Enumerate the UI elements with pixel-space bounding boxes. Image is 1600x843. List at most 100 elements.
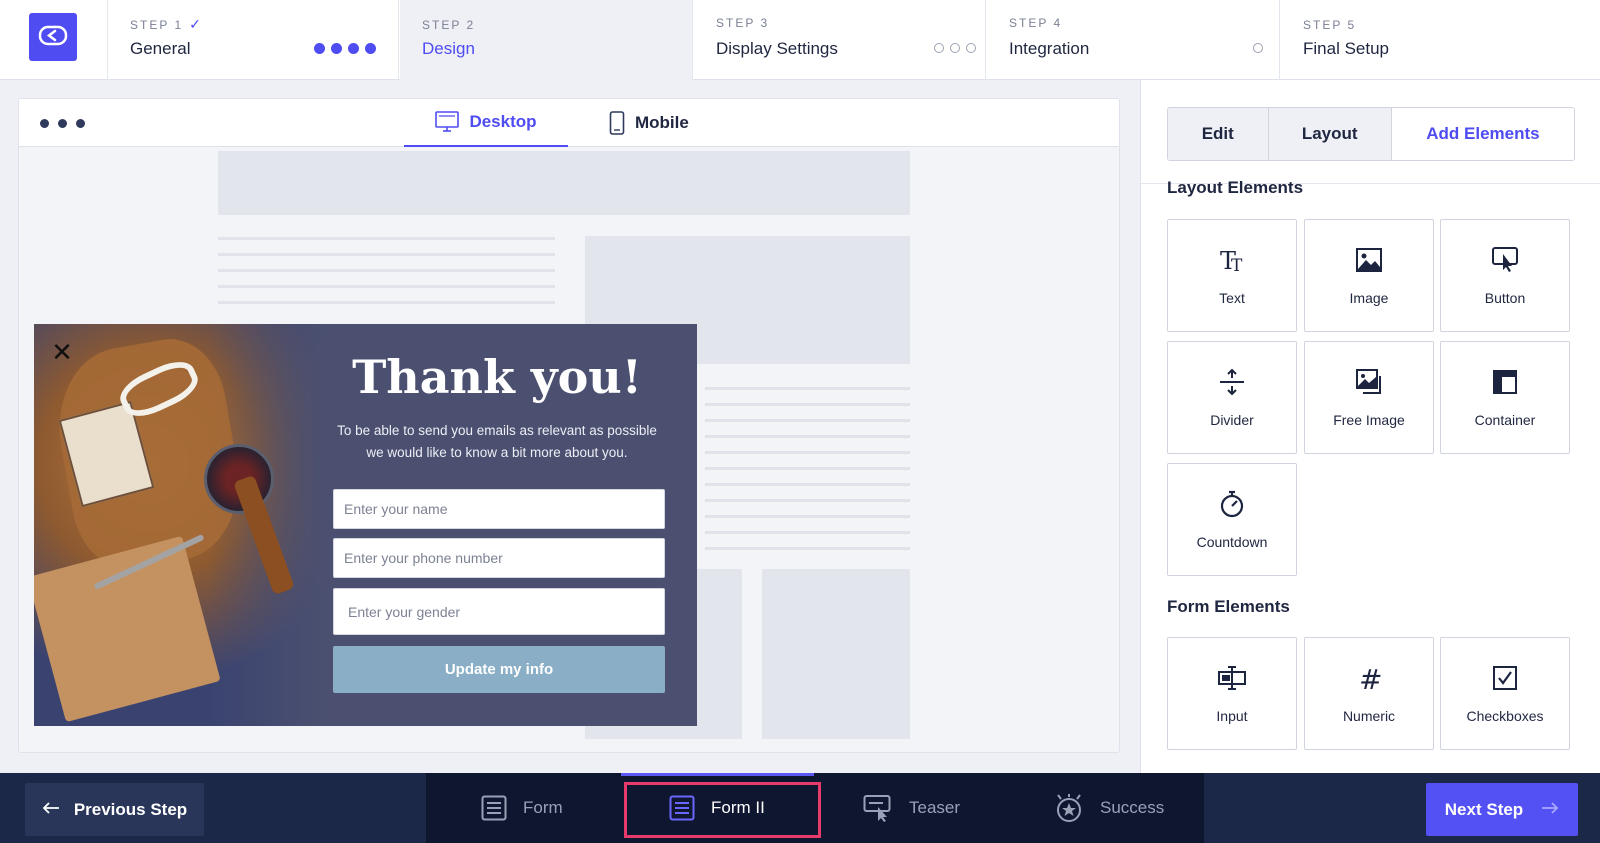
popup-photo xyxy=(34,324,324,726)
placeholder-line xyxy=(218,237,555,240)
tab-label: Teaser xyxy=(909,798,961,817)
tab-teaser[interactable]: Teaser xyxy=(863,773,960,843)
selected-tab-highlight xyxy=(624,782,821,838)
element-numeric[interactable]: # Numeric xyxy=(1304,637,1434,750)
arrow-right-icon xyxy=(1541,800,1559,820)
progress-dot xyxy=(365,43,376,54)
dot-icon xyxy=(40,119,49,128)
step-general[interactable]: STEP 1 ✓ General xyxy=(108,0,399,80)
button-icon xyxy=(1487,242,1523,278)
element-divider[interactable]: Divider xyxy=(1167,341,1297,454)
placeholder-line xyxy=(705,467,910,470)
progress-dot xyxy=(314,43,325,54)
close-icon[interactable]: ✕ xyxy=(50,339,74,365)
placeholder-line xyxy=(218,253,555,256)
description-line: we would like to know a bit more about y… xyxy=(366,445,628,460)
step-number: STEP 5 xyxy=(1303,18,1357,32)
placeholder-line xyxy=(705,387,910,390)
button-label: Next Step xyxy=(1444,799,1524,819)
placeholder-block xyxy=(762,569,910,739)
step-name: Design xyxy=(422,39,475,58)
layout-elements-title: Layout Elements xyxy=(1167,178,1304,197)
logo-icon xyxy=(38,25,68,46)
teaser-icon xyxy=(863,795,891,822)
app-logo[interactable] xyxy=(29,13,77,61)
placeholder-line xyxy=(705,515,910,518)
placeholder-line xyxy=(218,301,555,304)
element-container[interactable]: Container xyxy=(1440,341,1570,454)
phone-field[interactable]: Enter your phone number xyxy=(333,538,665,578)
element-button[interactable]: Button xyxy=(1440,219,1570,332)
element-input[interactable]: Input xyxy=(1167,637,1297,750)
step-number: STEP 3 xyxy=(716,16,770,30)
placeholder-line xyxy=(705,499,910,502)
free-image-icon xyxy=(1351,364,1387,400)
divider-icon xyxy=(1214,364,1250,400)
bottom-bar: Previous Step Form Form II Teaser Succes… xyxy=(0,773,1600,843)
step-number: STEP 4 xyxy=(1009,16,1063,30)
step-number: STEP 1 ✓ xyxy=(130,16,201,32)
element-text[interactable]: TT Text xyxy=(1167,219,1297,332)
progress-dot xyxy=(950,43,960,53)
placeholder-line xyxy=(705,483,910,486)
tile-label: Divider xyxy=(1210,412,1254,428)
popup-preview[interactable]: ✕ Thank you! To be able to send you emai… xyxy=(34,324,697,726)
progress-dot xyxy=(348,43,359,54)
tab-desktop[interactable]: Desktop xyxy=(404,99,568,147)
next-step-button[interactable]: Next Step xyxy=(1426,783,1578,836)
text-icon: TT xyxy=(1214,242,1250,278)
form-icon xyxy=(481,795,507,821)
tab-layout[interactable]: Layout xyxy=(1268,108,1392,160)
tab-success[interactable]: Success xyxy=(1054,773,1164,843)
tile-label: Checkboxes xyxy=(1466,708,1544,724)
tile-label: Countdown xyxy=(1196,534,1268,550)
step-integration[interactable]: STEP 4 Integration xyxy=(987,0,1280,80)
description-line: To be able to send you emails as relevan… xyxy=(337,423,657,438)
dot-icon xyxy=(76,119,85,128)
tab-label: Success xyxy=(1100,798,1165,817)
svg-text:#: # xyxy=(1359,664,1382,692)
name-field[interactable]: Enter your name xyxy=(333,489,665,529)
tab-form[interactable]: Form xyxy=(481,773,563,843)
elements-panel: Edit Layout Add Elements Layout Elements… xyxy=(1140,80,1600,773)
placeholder-line xyxy=(705,435,910,438)
tile-label: Text xyxy=(1219,290,1245,306)
tile-label: Input xyxy=(1216,708,1248,724)
step-design[interactable]: STEP 2 Design xyxy=(400,0,693,80)
step-final-setup[interactable]: STEP 5 Final Setup xyxy=(1281,0,1600,80)
step-name: Integration xyxy=(1009,39,1090,58)
popup-description[interactable]: To be able to send you emails as relevan… xyxy=(332,420,662,464)
window-dots xyxy=(40,119,85,128)
progress-dot xyxy=(1253,43,1263,53)
tile-label: Image xyxy=(1349,290,1389,306)
container-icon xyxy=(1487,364,1523,400)
progress-dot xyxy=(934,43,944,53)
step-progress-dots xyxy=(1253,43,1263,53)
tab-mobile[interactable]: Mobile xyxy=(609,99,689,147)
tab-add-elements[interactable]: Add Elements xyxy=(1391,108,1574,160)
element-checkboxes[interactable]: Checkboxes xyxy=(1440,637,1570,750)
mobile-icon xyxy=(609,111,625,135)
step-number: STEP 2 xyxy=(422,18,476,32)
element-image[interactable]: Image xyxy=(1304,219,1434,332)
progress-dot xyxy=(331,43,342,54)
update-info-button[interactable]: Update my info xyxy=(333,646,665,693)
tab-label: Desktop xyxy=(469,112,537,131)
element-countdown[interactable]: Countdown xyxy=(1167,463,1297,576)
step-display-settings[interactable]: STEP 3 Display Settings xyxy=(694,0,986,80)
popup-title[interactable]: Thank you! xyxy=(332,350,662,404)
step-progress-dots xyxy=(934,43,976,53)
tile-label: Numeric xyxy=(1342,708,1396,724)
step-progress-dots xyxy=(314,43,376,54)
tab-edit[interactable]: Edit xyxy=(1168,108,1269,160)
previous-step-button[interactable]: Previous Step xyxy=(25,783,204,836)
numeric-icon: # xyxy=(1351,660,1387,696)
step-name: Final Setup xyxy=(1303,39,1389,58)
gender-field[interactable]: Enter your gender xyxy=(333,588,665,635)
placeholder-block xyxy=(218,151,910,215)
countdown-icon xyxy=(1214,486,1250,522)
checkbox-icon xyxy=(1487,660,1523,696)
element-free-image[interactable]: Free Image xyxy=(1304,341,1434,454)
placeholder-line xyxy=(705,403,910,406)
arrow-left-icon xyxy=(42,800,60,820)
